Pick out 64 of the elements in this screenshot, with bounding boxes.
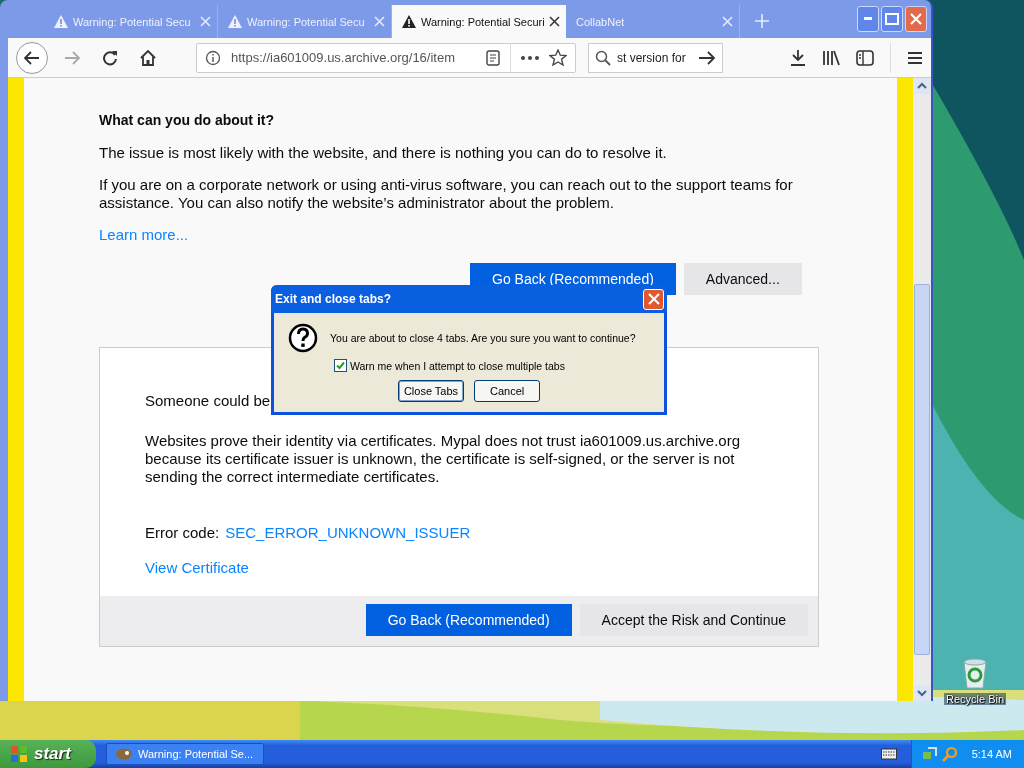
library-icon[interactable] <box>822 49 840 66</box>
accept-risk-button[interactable]: Accept the Risk and Continue <box>579 604 808 636</box>
taskbar-button[interactable]: Warning: Potential Se... <box>106 743 264 765</box>
scroll-up-icon[interactable] <box>914 78 930 94</box>
tab-title: Warning: Potential Securi <box>421 15 544 28</box>
clock: 5:14 AM <box>971 748 1012 760</box>
arrow-right-icon[interactable] <box>698 50 716 65</box>
minimize-icon <box>863 17 873 21</box>
error-code-link[interactable]: SEC_ERROR_UNKNOWN_ISSUER <box>225 524 471 541</box>
paragraph: If you are on a corporate network or using anti-virus software, you can reach out to the support teams for assistance. You can also notify the website’s administrator about the problem. <box>99 176 794 212</box>
star-icon[interactable] <box>549 49 567 66</box>
search-field[interactable]: st version for <box>588 42 723 73</box>
dialog-title: Exit and close tabs? <box>275 292 392 306</box>
info-icon[interactable] <box>205 49 221 66</box>
reload-icon[interactable] <box>102 49 118 66</box>
scroll-down-icon[interactable] <box>914 685 930 701</box>
paragraph: Websites prove their identity via certificates. Mypal does not trust ia601009.us.archive.org because its certificate issuer is unknown, the certificate is self-signed, or the server is not sending the correct intermediate certificates. <box>145 432 742 486</box>
tab-title: Warning: Potential Secu <box>73 15 192 28</box>
network-icon[interactable] <box>921 746 938 762</box>
back-button[interactable] <box>16 41 48 74</box>
reader-view-icon[interactable] <box>486 49 500 66</box>
section-heading: What can you do about it? <box>99 112 275 128</box>
checkbox-label: Warn me when I attempt to close multiple tabs <box>350 359 565 372</box>
paragraph: The issue is most likely with the website, and there is nothing you can do to resolve it. <box>99 144 668 162</box>
url-text: https://ia601009.us.archive.org/16/item <box>231 50 457 65</box>
warning-icon <box>402 15 416 28</box>
sidebar-icon[interactable] <box>856 49 874 66</box>
advanced-button[interactable]: Advanced... <box>683 263 802 295</box>
scrollbar[interactable] <box>913 78 931 701</box>
paragraph: Someone could be <box>145 392 272 410</box>
minimize-button[interactable] <box>857 6 879 32</box>
browser-tab[interactable]: Warning: Potential Securi <box>392 5 566 38</box>
search-icon <box>595 49 611 66</box>
maximize-icon <box>885 13 899 25</box>
start-button[interactable]: start <box>0 740 96 768</box>
close-icon <box>910 13 922 25</box>
warning-icon <box>54 15 68 28</box>
close-button[interactable] <box>905 6 927 32</box>
close-icon <box>647 293 660 305</box>
close-icon[interactable] <box>549 16 560 27</box>
tab-title: CollabNet <box>576 15 626 28</box>
error-label: Error code: <box>145 524 220 541</box>
learn-more-link[interactable]: Learn more... <box>99 226 897 243</box>
address-bar[interactable]: https://ia601009.us.archive.org/16/item <box>196 42 576 73</box>
tab-title: Warning: Potential Secu <box>247 15 366 28</box>
more-icon[interactable] <box>521 55 539 60</box>
download-icon[interactable] <box>790 49 806 66</box>
maximize-button[interactable] <box>881 6 903 32</box>
close-tabs-button[interactable]: Close Tabs <box>397 380 465 402</box>
go-back-button[interactable]: Go Back (Recommended) <box>365 604 572 636</box>
app-icon <box>115 747 133 761</box>
view-certificate-link[interactable]: View Certificate <box>145 559 818 576</box>
warning-icon <box>228 15 242 28</box>
checkbox[interactable] <box>334 359 347 372</box>
question-icon <box>288 323 318 353</box>
icon-label: Recycle Bin <box>943 693 1007 705</box>
dialog-message: You are about to close 4 tabs. Are you sure you want to continue? <box>330 332 636 344</box>
back-icon <box>24 50 40 65</box>
flag-icon <box>10 745 28 763</box>
keyboard-icon[interactable] <box>880 748 897 760</box>
cancel-button[interactable]: Cancel <box>474 380 541 402</box>
recycle-bin-icon[interactable] <box>960 656 990 690</box>
home-icon[interactable] <box>140 49 156 66</box>
menu-icon[interactable] <box>907 50 923 65</box>
